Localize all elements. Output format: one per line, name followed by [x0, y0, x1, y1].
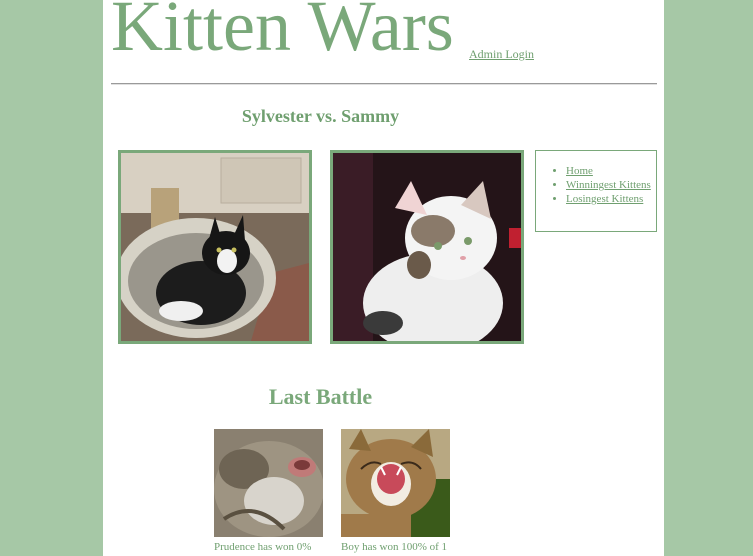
kitten-looking-up-image — [333, 153, 521, 341]
site-navigation: Home Winningest Kittens Losingest Kitten… — [535, 150, 657, 232]
nav-item-winningest: Winningest Kittens — [566, 178, 656, 192]
nav-link-losingest-kittens[interactable]: Losingest Kittens — [566, 193, 643, 205]
nav-item-losingest: Losingest Kittens — [566, 192, 656, 206]
last-battle-right-caption: Boy has won 100% of 1 — [341, 541, 448, 553]
kitten-right-photo[interactable] — [330, 150, 524, 344]
last-battle-left-caption: Prudence has won 0% — [214, 541, 312, 553]
sleeping-kitten-image — [214, 429, 323, 537]
yawning-kitten-image — [341, 429, 450, 537]
page-container: Kitten Wars Admin Login Sylvester vs. Sa… — [103, 0, 664, 556]
last-battle-title: Last Battle — [268, 384, 373, 409]
nav-link-winningest-kittens[interactable]: Winningest Kittens — [566, 179, 651, 191]
last-battle-right-photo[interactable] — [341, 429, 450, 537]
last-battle-left-photo[interactable] — [214, 429, 323, 537]
nav-item-home: Home — [566, 164, 656, 178]
site-title: Kitten Wars — [111, 0, 454, 66]
kitten-left-photo[interactable] — [118, 150, 312, 344]
admin-login-link[interactable]: Admin Login — [469, 47, 534, 62]
kitten-in-sink-image — [121, 153, 309, 341]
nav-list: Home Winningest Kittens Losingest Kitten… — [536, 164, 656, 206]
header-divider — [111, 83, 657, 85]
matchup-title: Sylvester vs. Sammy — [241, 106, 400, 126]
nav-link-home[interactable]: Home — [566, 165, 593, 177]
header: Kitten Wars Admin Login — [111, 0, 657, 72]
